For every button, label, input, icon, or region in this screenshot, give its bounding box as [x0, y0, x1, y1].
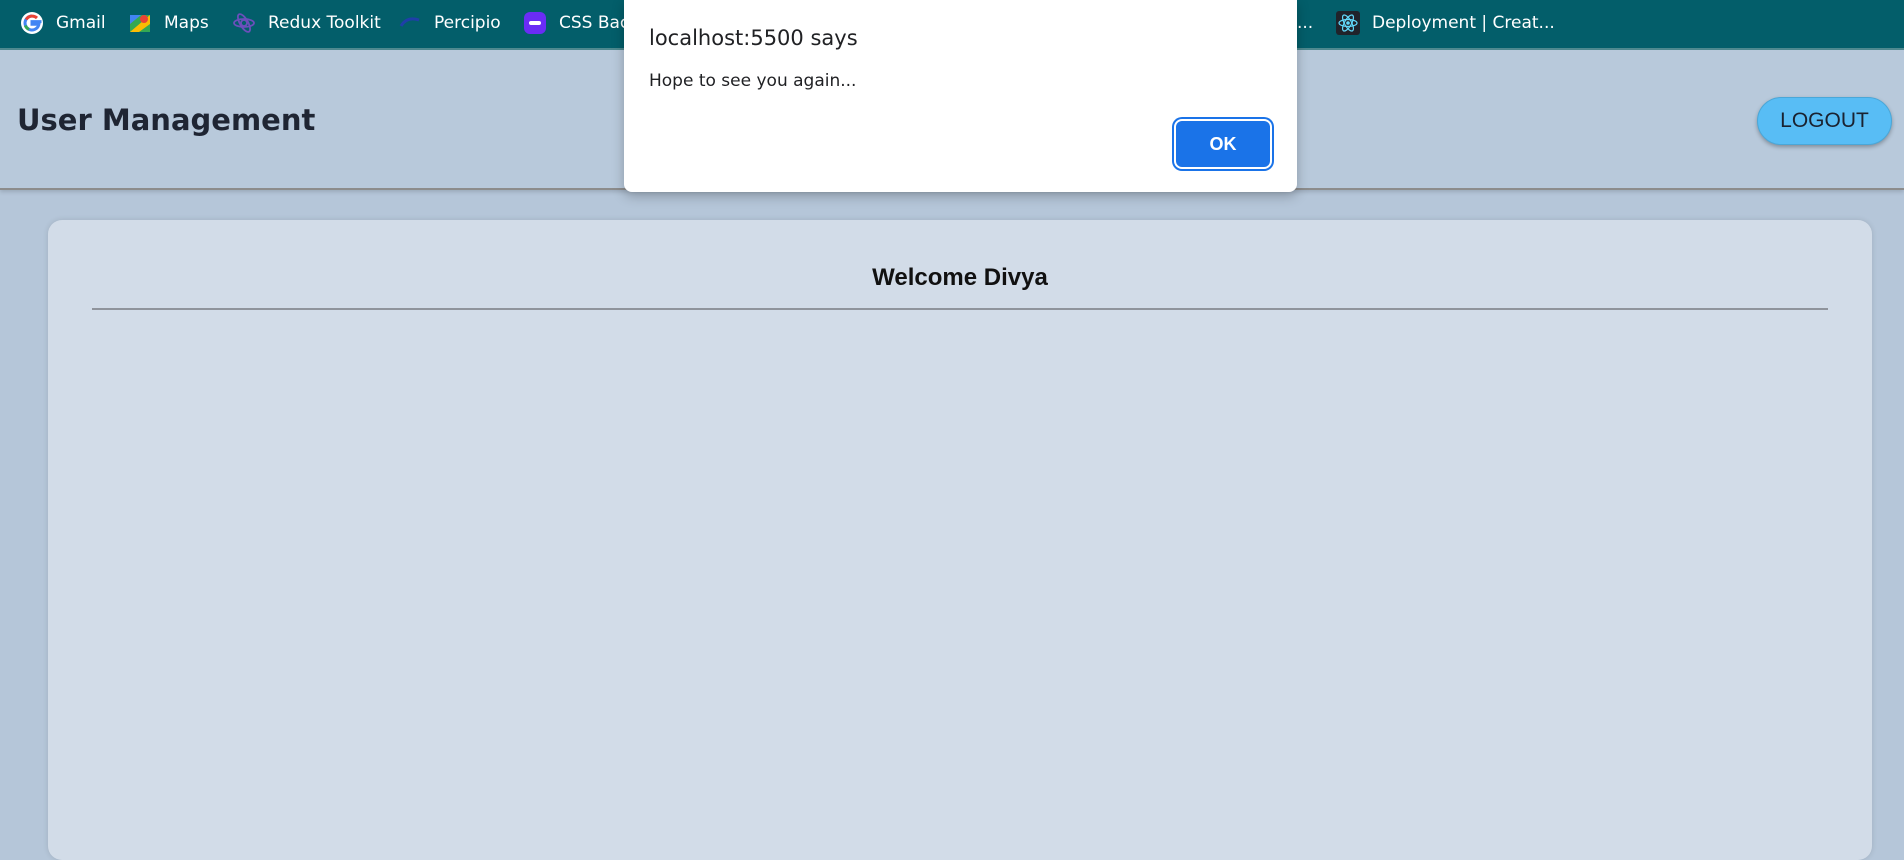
- page-title: User Management: [17, 103, 316, 137]
- google-icon: [20, 11, 44, 35]
- bookmark-label: Maps: [164, 13, 209, 33]
- redux-icon: [232, 11, 256, 35]
- maps-icon: [128, 11, 152, 35]
- bookmark-redux-toolkit[interactable]: Redux Toolkit: [232, 0, 381, 46]
- logout-button[interactable]: LOGOUT: [1757, 97, 1892, 145]
- react-icon: [1336, 11, 1360, 35]
- percipio-icon: [398, 11, 422, 35]
- bookmark-label: ...: [1297, 13, 1314, 33]
- bookmark-label: CSS Bac: [559, 13, 630, 33]
- welcome-heading: Welcome Divya: [872, 264, 1048, 291]
- css-icon: [523, 11, 547, 35]
- dialog-title: localhost:5500 says: [649, 26, 858, 50]
- main-card: Welcome Divya: [48, 220, 1872, 860]
- bookmark-truncated[interactable]: ...: [1297, 0, 1313, 46]
- alert-dialog: localhost:5500 says Hope to see you agai…: [624, 0, 1297, 192]
- bookmark-label: Redux Toolkit: [268, 13, 381, 33]
- bookmark-deployment[interactable]: Deployment | Creat...: [1336, 0, 1555, 46]
- bookmark-maps[interactable]: Maps: [128, 0, 209, 46]
- bookmark-label: Gmail: [56, 13, 106, 33]
- bookmark-label: Deployment | Creat...: [1372, 13, 1555, 33]
- divider: [92, 308, 1828, 310]
- bookmark-label: Percipio: [434, 13, 501, 33]
- bookmark-gmail[interactable]: Gmail: [20, 0, 106, 46]
- dialog-message: Hope to see you again...: [649, 71, 857, 91]
- ok-button[interactable]: OK: [1176, 121, 1270, 167]
- bookmark-percipio[interactable]: Percipio: [398, 0, 501, 46]
- bookmark-css[interactable]: CSS Bac: [523, 0, 629, 46]
